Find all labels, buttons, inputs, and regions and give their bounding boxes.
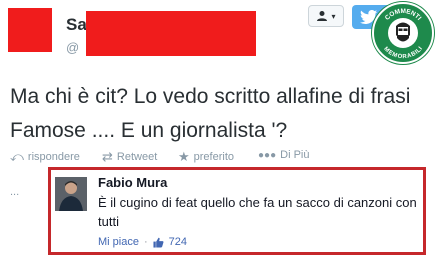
- reply-action[interactable]: ⤺ rispondere: [10, 149, 80, 165]
- more-dots-icon: ●●●: [258, 149, 277, 161]
- like-link[interactable]: Mi piace: [98, 236, 139, 248]
- author-name-redacted: [86, 11, 256, 56]
- comment-meta: Mi piace · 724: [98, 236, 187, 248]
- retweet-action[interactable]: ⇄ Retweet: [102, 149, 157, 165]
- tweet-text: Ma chi è cit? Lo vedo scritto allafine d…: [10, 85, 411, 142]
- favorite-action[interactable]: ★ preferito: [178, 149, 234, 165]
- like-count: 724: [168, 236, 187, 248]
- commenter-name[interactable]: Fabio Mura: [98, 175, 167, 190]
- thumbs-up-icon: [153, 237, 164, 248]
- meta-separator: ·: [143, 236, 148, 248]
- author-name-visible[interactable]: Sa: [66, 15, 87, 35]
- reply-label: rispondere: [27, 151, 80, 163]
- more-label: Di Più: [280, 149, 310, 161]
- retweet-icon: ⇄: [102, 149, 113, 164]
- author-handle-visible[interactable]: @: [66, 40, 79, 55]
- person-icon: [317, 11, 328, 21]
- author-avatar-redacted: [8, 8, 52, 52]
- overflow-dots: ...: [10, 186, 20, 198]
- favorite-label: preferito: [193, 151, 235, 163]
- reply-icon: ⤺: [10, 149, 24, 164]
- chevron-down-icon: ▾: [331, 11, 336, 21]
- star-icon: ★: [178, 149, 190, 164]
- highlighted-comment: Fabio Mura È il cugino di feat quello ch…: [48, 167, 426, 255]
- commenti-memorabili-logo: COMMENTI MEMORABILI: [372, 2, 434, 64]
- tweet-actions: ⤺ rispondere ⇄ Retweet ★ preferito ●●● D…: [10, 149, 430, 165]
- follow-button[interactable]: ▾: [308, 5, 344, 27]
- retweet-label: Retweet: [116, 151, 158, 163]
- more-action[interactable]: ●●● Di Più: [258, 149, 309, 161]
- logo-mark: COMMENTI MEMORABILI: [376, 6, 430, 60]
- comment-text: È il cugino di feat quello che fa un sac…: [98, 195, 417, 229]
- commenter-photo: [55, 177, 87, 211]
- commenter-avatar[interactable]: [55, 177, 87, 211]
